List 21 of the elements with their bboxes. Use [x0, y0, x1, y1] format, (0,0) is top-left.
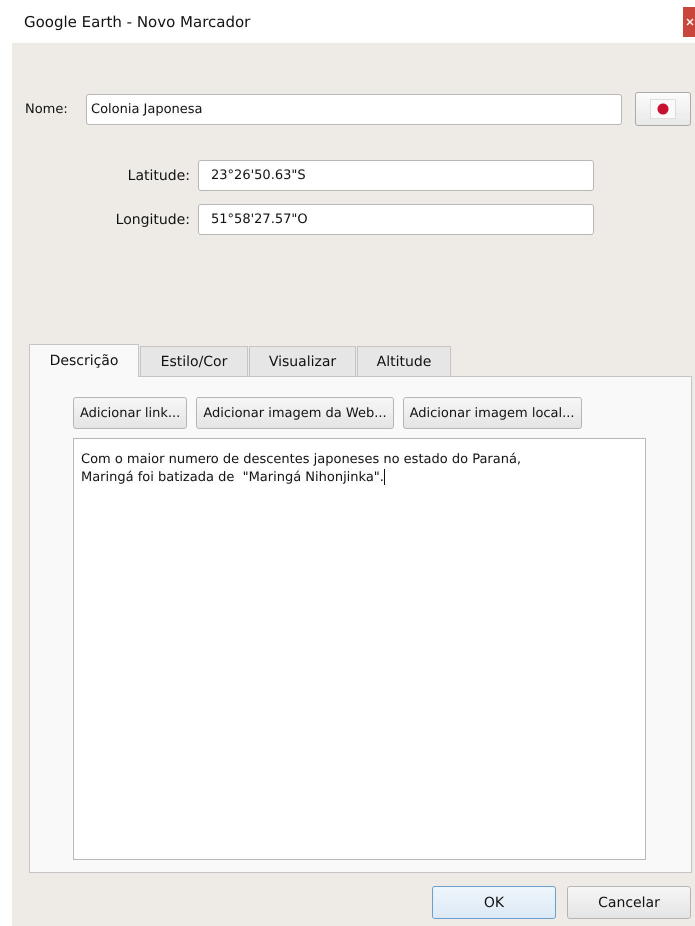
coordinate-field[interactable]: 23°26'50.63"S	[198, 160, 594, 191]
window-title: Google Earth - Novo Marcador	[24, 12, 250, 30]
tab[interactable]: Descrição	[29, 344, 139, 377]
insert-button[interactable]: Adicionar imagem local...	[402, 397, 582, 429]
tab[interactable]: Estilo/Cor	[140, 346, 248, 376]
field-label: Longitude:	[114, 212, 191, 228]
field-label: Latitude:	[126, 168, 191, 184]
tab[interactable]: Visualizar	[249, 346, 356, 376]
insert-button[interactable]: Adicionar imagem da Web...	[196, 397, 394, 429]
name-field[interactable]: Colonia Japonesa	[86, 94, 622, 124]
close-button[interactable]	[683, 6, 695, 36]
field-label: Nome:	[25, 102, 69, 116]
coordinate-field[interactable]: 51°58'27.57"O	[198, 204, 594, 235]
tab[interactable]: Altitude	[357, 346, 451, 376]
placemark-icon	[650, 99, 676, 119]
description-field[interactable]: Com o maior numero de descentes japoneses no estado do Paraná, Maringá foi batizada de "Maringá Nihonjinka".	[73, 438, 646, 860]
insert-button[interactable]: Adicionar link...	[73, 397, 188, 429]
icon-picker-button[interactable]	[635, 92, 691, 126]
dialog-button[interactable]: OK	[432, 886, 556, 919]
dialog-button[interactable]: Cancelar	[567, 886, 691, 919]
close-icon	[686, 18, 694, 26]
